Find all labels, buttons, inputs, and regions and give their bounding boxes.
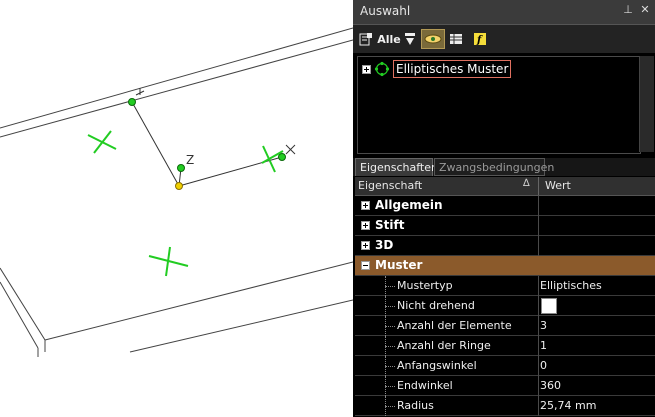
property-grid-header: Eigenschaft ∆ Wert xyxy=(355,177,655,196)
expand-icon[interactable] xyxy=(361,241,370,250)
property-label: Mustertyp xyxy=(397,279,453,292)
y-axis-line xyxy=(131,101,180,187)
filter-icon[interactable] xyxy=(401,29,419,49)
property-value[interactable]: Elliptisches xyxy=(540,279,602,292)
property-value[interactable]: 0 xyxy=(540,359,547,372)
panel-title: Auswahl xyxy=(360,4,411,18)
column-separator[interactable] xyxy=(538,177,539,195)
property-label: Anzahl der Ringe xyxy=(397,339,491,352)
origin-handle xyxy=(175,182,183,190)
table-icon[interactable] xyxy=(447,29,465,49)
group-label: Stift xyxy=(375,218,405,232)
properties-icon[interactable] xyxy=(357,29,375,49)
tree-node-pattern[interactable]: Elliptisches Muster xyxy=(362,60,512,78)
property-value[interactable]: 3 xyxy=(540,319,547,332)
drawing-viewport[interactable]: Z xyxy=(0,0,353,417)
tab-properties[interactable]: Eigenschaften xyxy=(355,158,438,176)
z-axis-label: Z xyxy=(186,153,194,167)
property-label: Anzahl der Elemente xyxy=(397,319,512,332)
edge-line xyxy=(129,299,353,353)
property-grid: Allgemein Stift 3D Muster Mustertyp Elli… xyxy=(355,196,655,416)
property-label: Radius xyxy=(397,399,434,412)
visibility-icon[interactable] xyxy=(421,29,445,49)
panel-titlebar: Auswahl ⊥ ✕ xyxy=(353,0,655,25)
group-row-3d[interactable]: 3D xyxy=(355,236,655,256)
panel-toolbar: Alle f xyxy=(353,25,655,53)
group-label: 3D xyxy=(375,238,394,252)
group-row-pen[interactable]: Stift xyxy=(355,216,655,236)
selection-panel: Auswahl ⊥ ✕ Alle f Elliptisches Muster E… xyxy=(353,0,655,417)
expand-icon[interactable] xyxy=(362,64,371,74)
z-axis-handle xyxy=(177,164,185,172)
group-row-pattern[interactable]: Muster xyxy=(355,256,655,276)
group-label: Muster xyxy=(375,258,423,272)
cad-canvas[interactable]: Z xyxy=(0,0,353,417)
edge-line xyxy=(44,261,353,341)
edge-line xyxy=(0,281,39,349)
tree-node-label: Elliptisches Muster xyxy=(393,60,512,78)
panel-tabs: Eigenschaften Zwangsbedingungen xyxy=(353,158,655,176)
property-row-end-angle[interactable]: Endwinkel 360 xyxy=(355,376,655,396)
edge-line xyxy=(0,27,353,129)
y-axis-handle xyxy=(128,98,136,106)
property-row-element-count[interactable]: Anzahl der Elemente 3 xyxy=(355,316,655,336)
edge-line xyxy=(0,39,353,138)
tab-constraints[interactable]: Zwangsbedingungen xyxy=(434,158,554,176)
property-row-pattern-type[interactable]: Mustertyp Elliptisches xyxy=(355,276,655,296)
expand-icon[interactable] xyxy=(361,201,370,210)
property-row-non-rotating[interactable]: Nicht drehend xyxy=(355,296,655,316)
pin-icon[interactable]: ⊥ xyxy=(621,3,635,16)
property-row-radius[interactable]: Radius 25,74 mm xyxy=(355,396,655,416)
property-value[interactable]: 25,74 mm xyxy=(540,399,596,412)
property-label: Anfangswinkel xyxy=(397,359,477,372)
property-row-start-angle[interactable]: Anfangswinkel 0 xyxy=(355,356,655,376)
property-value[interactable]: 1 xyxy=(540,339,547,352)
select-all-label: Alle xyxy=(377,32,401,46)
expand-icon[interactable] xyxy=(361,221,370,230)
property-label: Nicht drehend xyxy=(397,299,475,312)
close-icon[interactable]: ✕ xyxy=(638,3,652,16)
selection-tree[interactable]: Elliptisches Muster xyxy=(357,56,641,154)
pattern-marker xyxy=(93,130,112,154)
property-value[interactable]: 360 xyxy=(540,379,561,392)
column-header-property[interactable]: Eigenschaft xyxy=(358,179,422,192)
x-axis-handle xyxy=(278,153,286,161)
function-icon[interactable]: f xyxy=(471,29,489,49)
collapse-icon[interactable] xyxy=(361,261,370,270)
property-row-ring-count[interactable]: Anzahl der Ringe 1 xyxy=(355,336,655,356)
tree-scrollbar[interactable] xyxy=(639,56,654,152)
group-row-general[interactable]: Allgemein xyxy=(355,196,655,216)
property-label: Endwinkel xyxy=(397,379,453,392)
sort-icon[interactable]: ∆ xyxy=(523,178,530,189)
non-rotating-checkbox[interactable] xyxy=(541,298,557,314)
select-all-button[interactable]: Alle xyxy=(377,29,401,49)
column-header-value[interactable]: Wert xyxy=(545,179,571,192)
group-label: Allgemein xyxy=(375,198,443,212)
edge-line xyxy=(0,267,46,341)
pattern-icon xyxy=(374,61,390,77)
